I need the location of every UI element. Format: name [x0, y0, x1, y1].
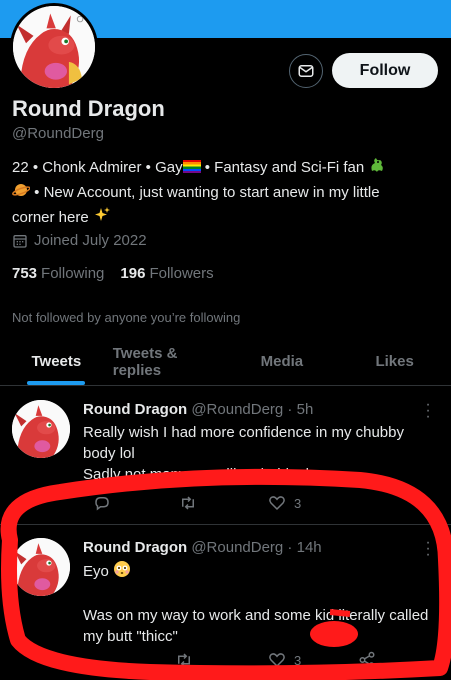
following-label: Following: [41, 265, 105, 282]
flushed-emoji-icon: [113, 560, 131, 584]
followers-label: Followers: [149, 265, 214, 282]
tweet-text: Eyo Was on my way to work and some kid l…: [83, 560, 438, 647]
not-followed-notice: Not followed by anyone you’re following: [12, 310, 241, 325]
tweet-divider: [0, 524, 451, 525]
follow-button[interactable]: Follow: [332, 53, 438, 88]
tweet-text-line: my butt "thicc": [83, 628, 178, 645]
tweet-avatar[interactable]: [12, 400, 70, 458]
planet-emoji-icon: [12, 181, 31, 206]
profile-handle: @RoundDerg: [12, 125, 104, 142]
tab-likes[interactable]: Likes: [338, 338, 451, 385]
tweet-author-handle[interactable]: @RoundDerg · 5h: [191, 401, 313, 418]
following-link[interactable]: 753 Following: [12, 265, 104, 282]
dragon-emoji-icon: [368, 156, 386, 181]
like-count: 3: [294, 495, 302, 511]
tweet-actions: 3: [83, 651, 403, 671]
more-icon[interactable]: · · ·: [422, 535, 434, 563]
followers-count: 196: [120, 265, 146, 282]
tab-tweets-replies[interactable]: Tweets & replies: [113, 338, 226, 385]
heart-icon: [269, 653, 285, 668]
tweet-text-line: Really wish I had more confidence in my …: [83, 424, 404, 441]
sparkles-emoji-icon: [93, 206, 111, 231]
tweet-text: Really wish I had more confidence in my …: [83, 422, 438, 485]
followers-link[interactable]: 196 Followers: [120, 265, 213, 282]
tweet-text-line: Sadly not many guys like chubby boys: [83, 466, 338, 483]
retweet-button[interactable]: [175, 651, 193, 669]
retweet-button[interactable]: [179, 494, 197, 512]
tweet-author-handle[interactable]: @RoundDerg · 14h: [191, 539, 321, 556]
bio-line: 22 • Chonk Admirer • Gay • Fantasy and S…: [12, 156, 432, 181]
tweet-text-spacer: [83, 584, 438, 605]
retweet-icon: [178, 653, 190, 667]
tweet-author-name[interactable]: Round Dragon: [83, 401, 187, 418]
like-button[interactable]: 3: [268, 494, 301, 512]
display-name: Round Dragon: [12, 96, 165, 121]
heart-icon: [269, 496, 285, 511]
tab-media[interactable]: Media: [226, 338, 339, 385]
profile-avatar[interactable]: [10, 3, 98, 91]
share-button[interactable]: [358, 651, 376, 669]
more-icon[interactable]: · · ·: [422, 397, 434, 425]
bio-text: 22 • Chonk Admirer • Gay: [12, 159, 183, 176]
reply-icon: [95, 497, 109, 511]
tab-tweets[interactable]: Tweets: [0, 338, 113, 385]
bio-line: corner here: [12, 206, 432, 231]
tweet-text-line: Eyo: [83, 560, 438, 584]
tweet-header: Round Dragon @RoundDerg · 5h: [83, 401, 313, 418]
joined-date: Joined July 2022: [12, 232, 147, 249]
rainbow-flag-icon: [182, 160, 201, 173]
tweet-author-name[interactable]: Round Dragon: [83, 539, 187, 556]
tweet-text-fragment: Eyo: [83, 563, 114, 580]
bio-text: • New Account, just wanting to start ane…: [30, 184, 380, 201]
reply-button[interactable]: [93, 494, 111, 512]
share-icon: [359, 651, 375, 669]
bio-line: • New Account, just wanting to start ane…: [12, 181, 432, 206]
like-count: 3: [294, 652, 302, 668]
tweet-actions: 3: [83, 494, 403, 514]
message-button[interactable]: [289, 54, 323, 88]
following-count: 753: [12, 265, 38, 282]
profile-bio: 22 • Chonk Admirer • Gay • Fantasy and S…: [12, 156, 432, 231]
tweet-text-line: Was on my way to work and some kid liter…: [83, 607, 429, 624]
retweet-icon: [182, 496, 194, 510]
like-button[interactable]: 3: [268, 651, 301, 669]
calendar-icon: [13, 234, 27, 248]
profile-tabs: Tweets Tweets & replies Media Likes: [0, 338, 451, 386]
tweet-text-line: body lol: [83, 445, 135, 462]
joined-text: Joined July 2022: [34, 232, 147, 249]
tweet-header: Round Dragon @RoundDerg · 14h: [83, 539, 322, 556]
envelope-icon: [298, 65, 314, 77]
follow-stats: 753 Following 196 Followers: [12, 265, 214, 282]
bio-text: • Fantasy and Sci-Fi fan: [200, 159, 369, 176]
tweet-avatar[interactable]: [12, 538, 70, 596]
bio-text: corner here: [12, 209, 93, 226]
